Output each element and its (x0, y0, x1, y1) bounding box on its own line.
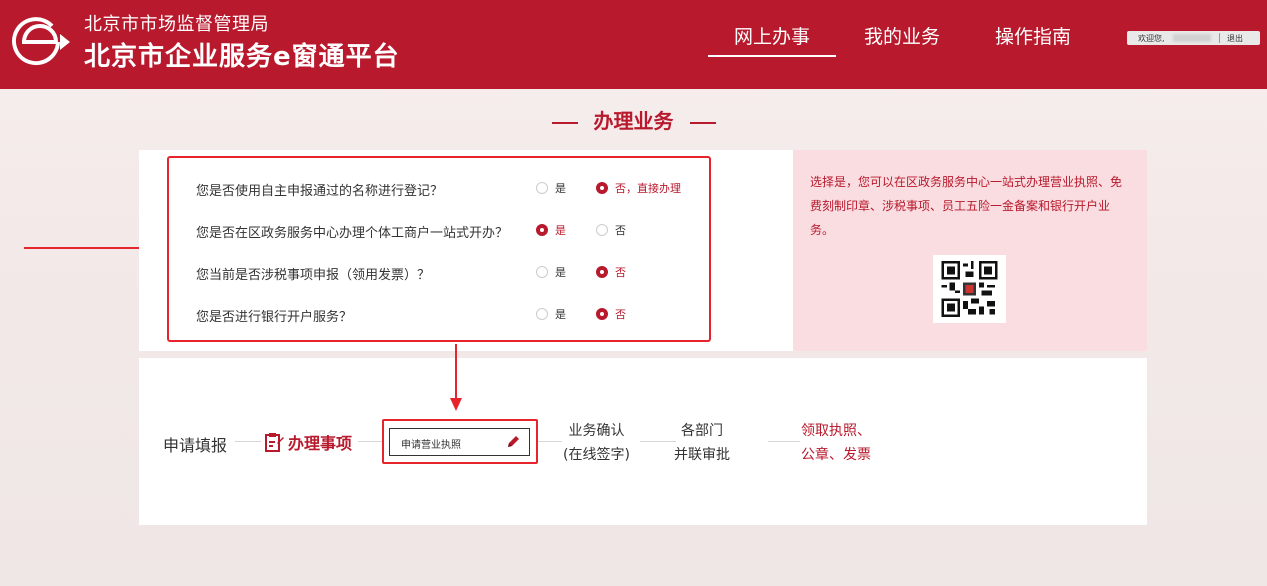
org-name: 北京市市场监督管理局 (84, 14, 269, 35)
step4-line2: 公章、发票 (801, 447, 871, 463)
welcome-text: 欢迎您, (1138, 34, 1165, 43)
step-connector (538, 441, 562, 442)
step3-line2: 并联审批 (674, 447, 730, 463)
step-apply-fill: 申请填报 (163, 436, 228, 455)
info-panel: 选择是，您可以在区政务服务中心一站式办理营业执照、免费刻制印章、涉税事项、员工五… (793, 150, 1147, 351)
nav-my-business[interactable]: 我的业务 (864, 22, 940, 49)
nav-guide[interactable]: 操作指南 (995, 22, 1071, 49)
title-dash-left (551, 121, 578, 124)
arrow-right-icon (24, 242, 153, 254)
info-text: 选择是，您可以在区政务服务中心一站式办理营业执照、免费刻制印章、涉税事项、员工五… (810, 175, 1123, 237)
apply-button-label: 申请营业执照 (401, 440, 461, 451)
apply-business-license-button[interactable]: 申请营业执照 (389, 428, 530, 456)
section-title: 办理业务 (0, 105, 1267, 134)
step3-line1: 各部门 (681, 423, 723, 439)
arrow-down-icon (450, 344, 462, 411)
divider (1219, 33, 1220, 43)
step2-line2: (在线签字) (563, 447, 630, 463)
user-bar: 欢迎您, 退出 (1127, 31, 1260, 45)
nav-online-service[interactable]: 网上办事 (707, 22, 837, 57)
pencil-icon (508, 436, 519, 447)
step4-line1: 领取执照、 (801, 423, 871, 439)
step-connector (358, 441, 384, 442)
username-blurred (1173, 34, 1211, 42)
step2-line1: 业务确认 (568, 423, 625, 439)
title-dash-right (689, 121, 716, 124)
e-logo-icon (12, 17, 70, 66)
clipboard-icon (265, 433, 284, 452)
step-connector (640, 441, 676, 442)
step-connector (235, 441, 261, 442)
step-handle-items: 办理事项 (264, 430, 352, 454)
platform-name: 北京市企业服务e窗通平台 (84, 42, 400, 72)
qr-code-icon (933, 255, 1006, 323)
step-parallel-review: 各部门 并联审批 (674, 419, 730, 467)
step-business-confirm: 业务确认 (在线签字) (563, 419, 630, 467)
step-collect-license: 领取执照、 公章、发票 (801, 419, 871, 467)
logout-link[interactable]: 退出 (1227, 33, 1243, 44)
header-bar: 北京市市场监督管理局 北京市企业服务e窗通平台 网上办事 我的业务 操作指南 欢… (0, 0, 1267, 89)
step-active-label: 办理事项 (288, 434, 353, 453)
section-title-text: 办理业务 (593, 109, 674, 133)
question-highlight-box (167, 156, 711, 342)
step-connector (768, 441, 800, 442)
